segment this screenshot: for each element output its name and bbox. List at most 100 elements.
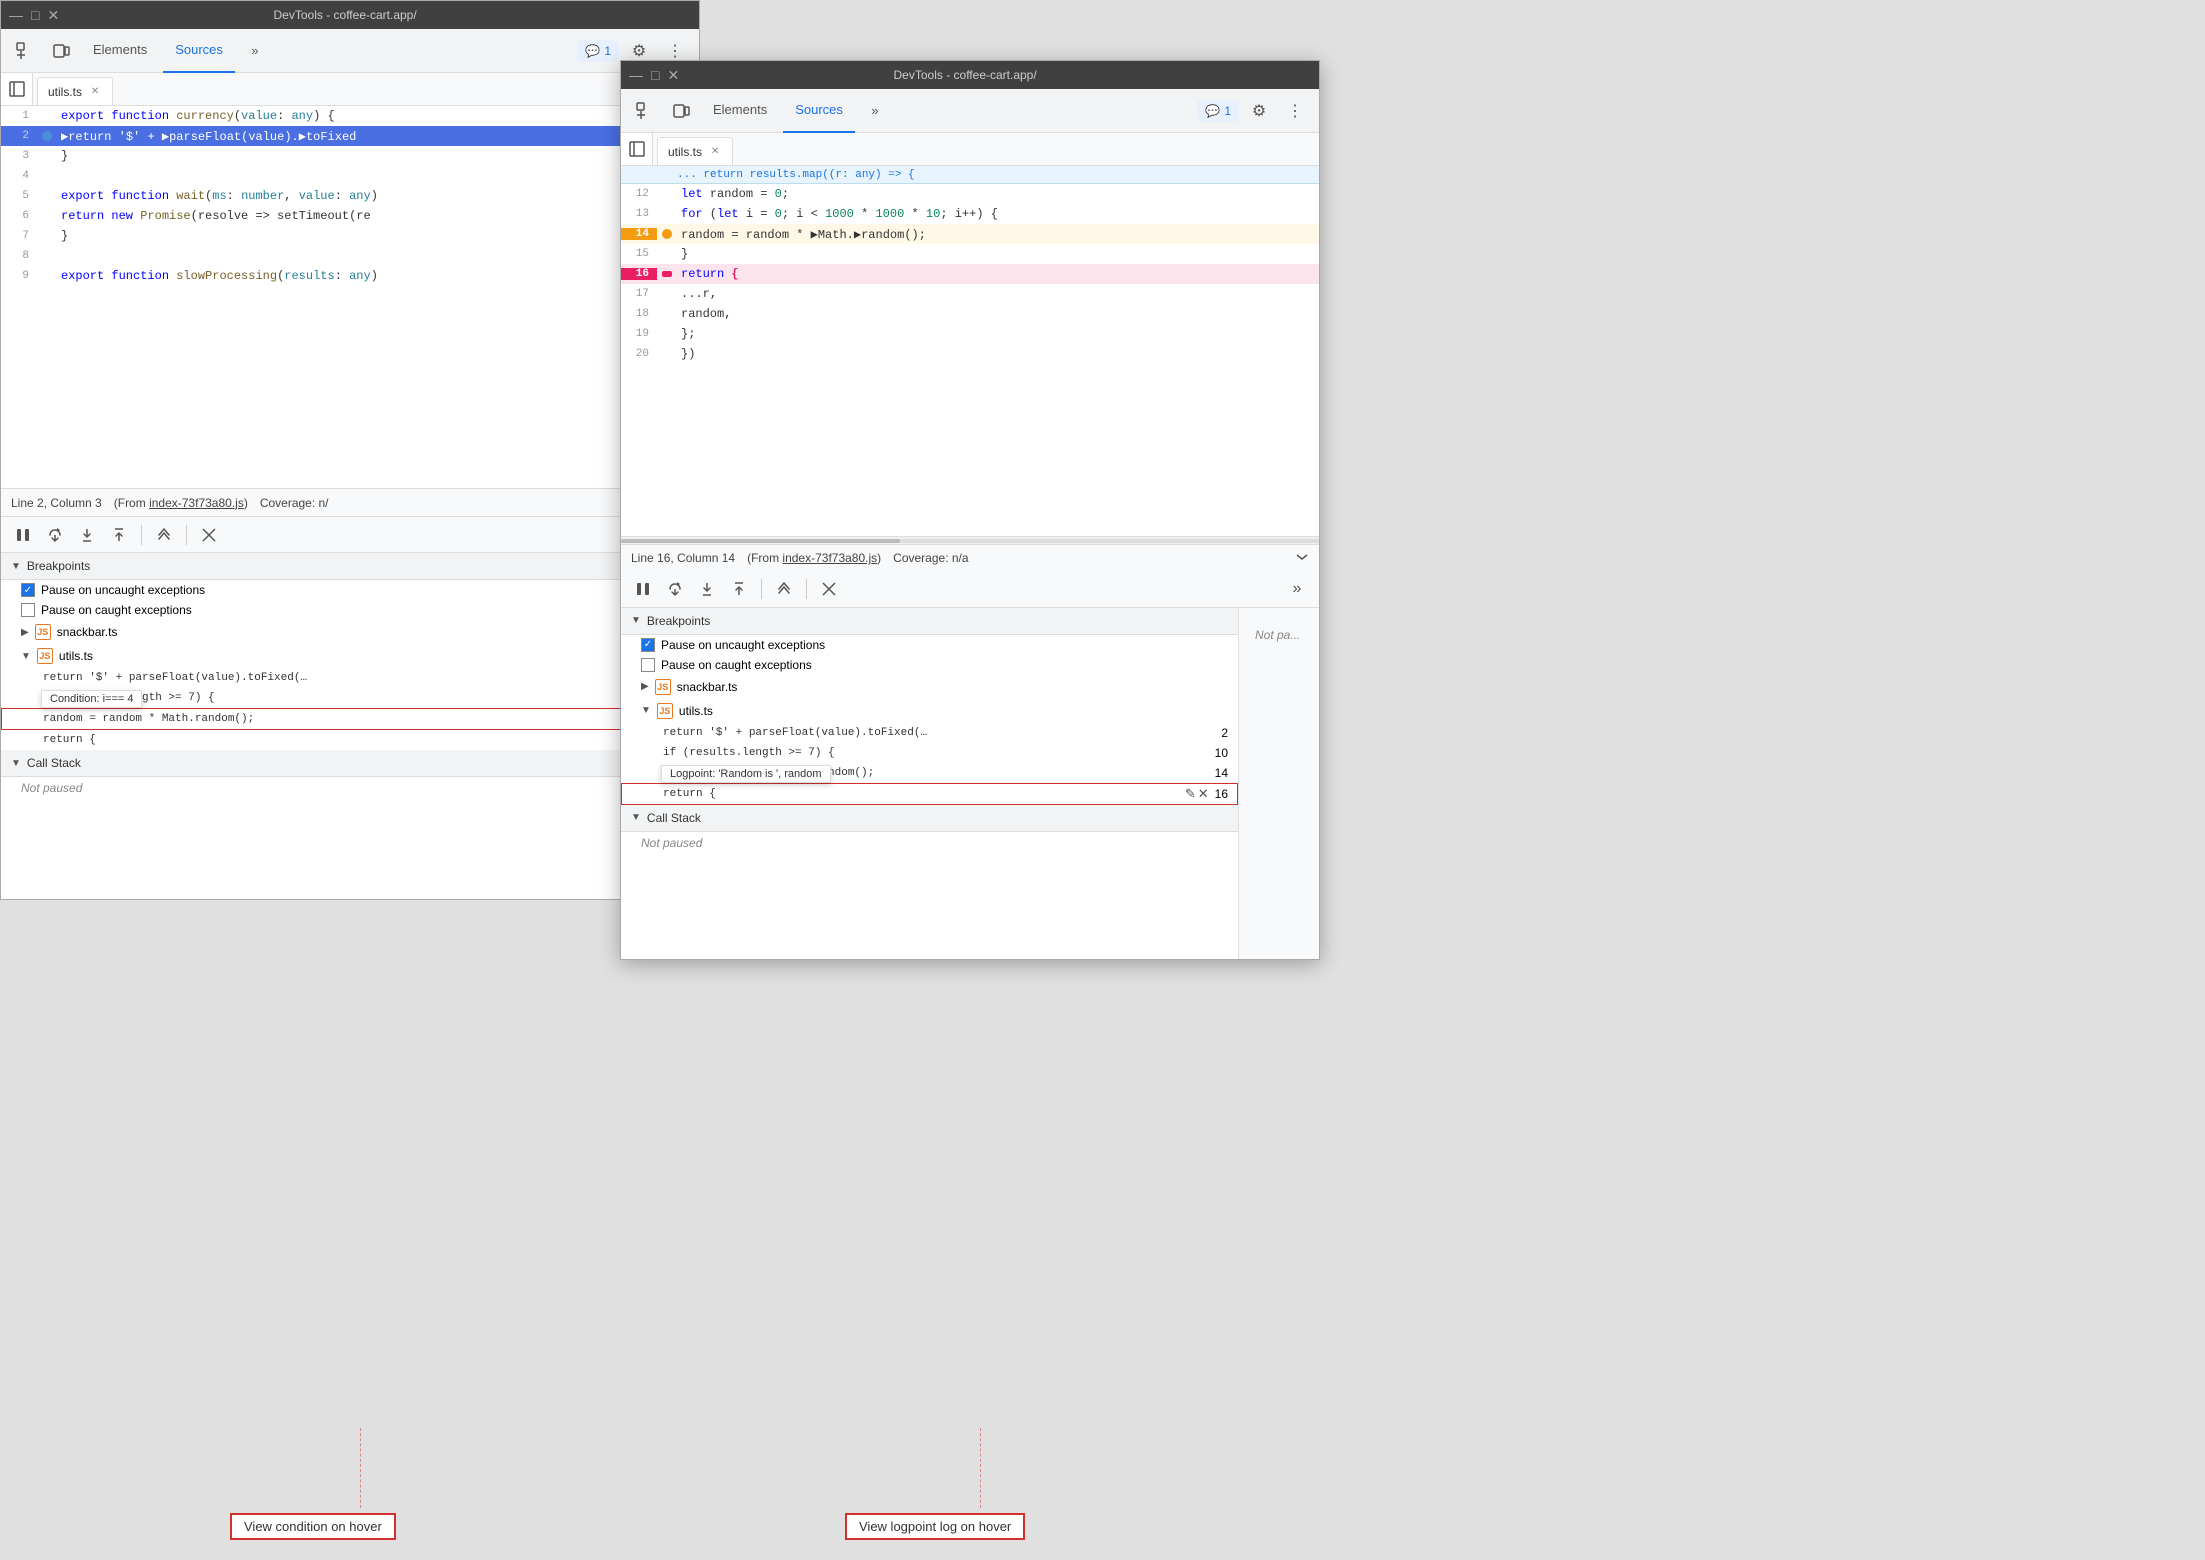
pause-resume-btn-2[interactable]	[629, 575, 657, 603]
source-map-link-2[interactable]: (From index-73f73a80.js)	[747, 551, 881, 565]
file-group-utils-header-2[interactable]: ▼ JS utils.ts	[621, 699, 1238, 723]
bp-code-1-3: random = random * Math.random();	[43, 713, 640, 725]
debugger-toolbar-1	[1, 517, 699, 553]
file-group-utils-header-1[interactable]: ▼ JS utils.ts	[1, 644, 699, 668]
bp-code-1-4: return {	[43, 734, 670, 746]
bp-tooltip-1-3: Condition: i=== 4	[41, 690, 142, 708]
breakpoints-header-1[interactable]: ▼ Breakpoints	[1, 553, 699, 580]
close-icon[interactable]: ✕	[47, 7, 59, 24]
device-icon[interactable]	[45, 35, 77, 67]
delete-bp-2-4[interactable]: ✕	[1198, 786, 1209, 802]
file-tab-utils-2[interactable]: utils.ts ✕	[657, 137, 733, 165]
step-into-btn-2[interactable]	[693, 575, 721, 603]
breakpoints-header-2[interactable]: ▼ Breakpoints	[621, 608, 1238, 635]
utils-filename-1: utils.ts	[59, 649, 93, 663]
code-line-9: 9 export function slowProcessing(results…	[1, 266, 699, 286]
bp-row-2-1: return '$' + parseFloat(value).toFixed(……	[621, 723, 1238, 743]
annotation-line-1	[360, 1428, 362, 1508]
status-bar-1: Line 2, Column 3 (From index-73f73a80.js…	[1, 488, 699, 516]
code-line-2: 2 ▶return '$' + ▶parseFloat(value).▶toFi…	[1, 126, 699, 146]
sidebar-toggle-2[interactable]	[621, 133, 653, 165]
expand-icon-2[interactable]	[1295, 550, 1309, 567]
titlebar-2: — □ ✕ DevTools - coffee-cart.app/	[621, 61, 1319, 89]
snackbar-triangle-1: ▶	[21, 627, 29, 638]
bp-code-2-4: return {	[663, 788, 1179, 800]
deactivate-bp-btn-2[interactable]	[815, 575, 843, 603]
file-group-snackbar-header-1[interactable]: ▶ JS snackbar.ts	[1, 620, 699, 644]
code-line-4: 4	[1, 166, 699, 186]
bp-code-2-2: if (results.length >= 7) {	[663, 747, 1209, 759]
breakpoints-panel-2: ▼ Breakpoints Pause on uncaught exceptio…	[621, 608, 1239, 960]
bp-row-2-2: if (results.length >= 7) { 10	[621, 743, 1238, 763]
checkbox-pause-caught-2[interactable]	[641, 658, 655, 672]
close-tab-icon-2[interactable]: ✕	[708, 145, 722, 159]
window-title-2: DevTools - coffee-cart.app/	[679, 68, 1251, 82]
step-out-btn-2[interactable]	[725, 575, 753, 603]
continue-btn-2[interactable]	[770, 575, 798, 603]
code-line-w2-16: 16 return {	[621, 264, 1319, 284]
file-tabs-2: utils.ts ✕	[653, 133, 1319, 165]
sidebar-toggle-1[interactable]	[1, 73, 33, 105]
callstack-header-1[interactable]: ▼ Call Stack	[1, 750, 699, 777]
file-group-snackbar-2: ▶ JS snackbar.ts	[621, 675, 1238, 699]
minimize-icon[interactable]: —	[9, 7, 23, 24]
close-tab-icon-1[interactable]: ✕	[88, 85, 102, 99]
checkbox-pause-uncaught-2[interactable]	[641, 638, 655, 652]
breakpoints-content-1[interactable]: Pause on uncaught exceptions Pause on ca…	[1, 580, 699, 899]
source-map-link-1[interactable]: (From index-73f73a80.js)	[114, 496, 248, 510]
annotation-logpoint-text: View logpoint log on hover	[859, 1519, 1011, 1534]
utils-file-icon-2: JS	[657, 703, 673, 719]
snackbar-triangle-2: ▶	[641, 681, 649, 692]
edit-bp-2-4[interactable]: ✎	[1185, 786, 1196, 802]
step-into-btn-1[interactable]	[73, 521, 101, 549]
pause-caught-label-2[interactable]: Pause on caught exceptions	[661, 658, 1228, 672]
tab-sources-1[interactable]: Sources	[163, 29, 235, 73]
checkbox-pause-uncaught-1[interactable]	[21, 583, 35, 597]
minimize-icon-2[interactable]: —	[629, 67, 643, 84]
device-icon-2[interactable]	[665, 95, 697, 127]
step-over-btn-2[interactable]	[661, 575, 689, 603]
tab-sources-2[interactable]: Sources	[783, 89, 855, 133]
step-out-btn-1[interactable]	[105, 521, 133, 549]
file-tab-utils-1[interactable]: utils.ts ✕	[37, 77, 113, 105]
cursor-position-1: Line 2, Column 3	[11, 496, 102, 510]
pause-caught-label-1[interactable]: Pause on caught exceptions	[41, 603, 689, 617]
checkbox-pause-caught-1[interactable]	[21, 603, 35, 617]
bottom-panel-1: ▼ Breakpoints Pause on uncaught exceptio…	[1, 516, 699, 899]
file-group-snackbar-header-2[interactable]: ▶ JS snackbar.ts	[621, 675, 1238, 699]
continue-btn-1[interactable]	[150, 521, 178, 549]
pause-resume-btn-1[interactable]	[9, 521, 37, 549]
tab-elements-1[interactable]: Elements	[81, 29, 159, 73]
tab-elements-2[interactable]: Elements	[701, 89, 779, 133]
more-tabs-2[interactable]: »	[859, 95, 891, 127]
code-line-5: 5 export function wait(ms: number, value…	[1, 186, 699, 206]
issues-badge-2[interactable]: 💬 1	[1197, 100, 1239, 122]
close-icon-2[interactable]: ✕	[667, 67, 679, 84]
restore-icon[interactable]: □	[31, 7, 39, 24]
step-over-btn-1[interactable]	[41, 521, 69, 549]
code-editor-2[interactable]: 12 let random = 0; 13 for (let i = 0; i …	[621, 184, 1319, 536]
callstack-header-2[interactable]: ▼ Call Stack	[621, 805, 1238, 832]
more-menu-icon-2[interactable]: ⋮	[1279, 95, 1311, 127]
pause-uncaught-label-2[interactable]: Pause on uncaught exceptions	[661, 638, 1228, 652]
code-line-w2-12: 12 let random = 0;	[621, 184, 1319, 204]
issues-badge-1[interactable]: 💬 1	[577, 40, 619, 62]
more-debugger-btn-2[interactable]: »	[1283, 575, 1311, 603]
devtools-nav-1: Elements Sources » 💬 1 ⚙ ⋮	[1, 29, 699, 73]
inspect-icon-2[interactable]	[629, 95, 661, 127]
deactivate-bp-btn-1[interactable]	[195, 521, 223, 549]
more-tabs-1[interactable]: »	[239, 35, 271, 67]
settings-icon-2[interactable]: ⚙	[1243, 95, 1275, 127]
file-tabs-1: utils.ts ✕	[33, 73, 699, 105]
code-editor-1[interactable]: 1 export function currency(value: any) {…	[1, 106, 699, 488]
toolbar-sep-4	[806, 579, 807, 599]
code-lines-2: 12 let random = 0; 13 for (let i = 0; i …	[621, 184, 1319, 364]
inspect-icon[interactable]	[9, 35, 41, 67]
pause-uncaught-2: Pause on uncaught exceptions	[621, 635, 1238, 655]
pause-uncaught-1: Pause on uncaught exceptions	[1, 580, 699, 600]
cursor-position-2: Line 16, Column 14	[631, 551, 735, 565]
restore-icon-2[interactable]: □	[651, 67, 659, 84]
pause-uncaught-label-1[interactable]: Pause on uncaught exceptions	[41, 583, 689, 597]
code-line-6: 6 return new Promise(resolve => setTimeo…	[1, 206, 699, 226]
window-title-1: DevTools - coffee-cart.app/	[59, 8, 631, 22]
